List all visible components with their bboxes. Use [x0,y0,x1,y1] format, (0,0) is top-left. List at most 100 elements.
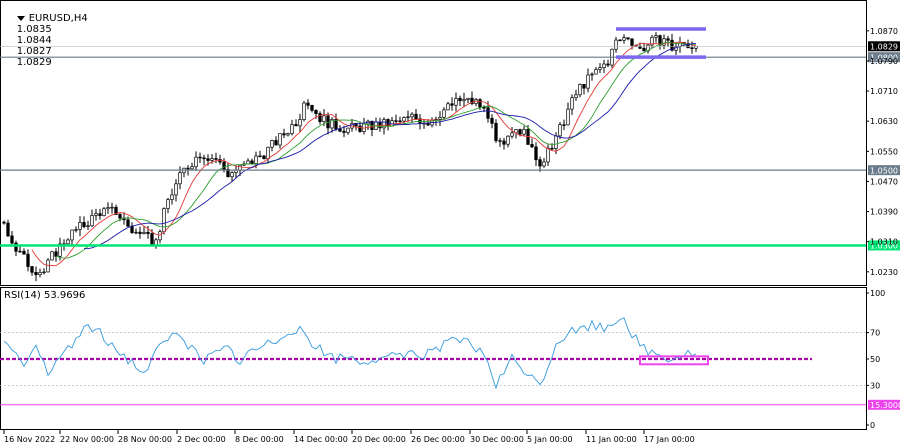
candle [6,219,10,237]
candle-body [550,147,554,150]
candle [658,34,662,50]
candle-body [690,47,694,49]
candle-body [110,206,114,209]
candle [438,111,442,126]
candle [534,142,538,167]
candle [610,48,614,68]
y-tick-label: 1.0390 [870,208,898,217]
candle-body [126,219,130,227]
candle [414,109,418,120]
candle [86,220,90,230]
candle [94,208,98,221]
candle-body [574,94,578,99]
candle [22,248,26,255]
candle-body [486,107,490,119]
candle [130,222,134,234]
candle-body [446,103,450,111]
candle-body [622,37,626,41]
candle-body [26,253,30,267]
candle-body [510,132,514,137]
candle [574,89,578,101]
candle-body [78,222,82,230]
rsi-tick-label: 0 [870,421,875,430]
candle [162,207,166,235]
candle-body [294,124,298,127]
candle [606,59,610,68]
candle [446,101,450,111]
candle [394,114,398,125]
y-tick-label: 1.0310 [870,238,898,247]
candle [154,237,158,249]
candle-body [482,107,486,109]
candle [170,188,174,205]
candle-body [262,155,266,160]
candle [190,162,194,170]
candle-body [618,39,622,42]
candle [30,266,34,276]
candle-body [166,199,170,209]
candle-body [186,167,190,170]
candle-body [530,144,534,148]
candle [502,137,506,150]
y-tick-label: 1.0870 [870,27,898,36]
candle-body [566,108,570,126]
candle [306,99,310,110]
candle [390,117,394,127]
candle-body [642,47,646,52]
candle-body [630,38,634,46]
candle-body [118,214,122,219]
candle [138,226,142,239]
candle-body [454,97,458,106]
candle [158,229,162,244]
candle [506,135,510,148]
candle [662,34,666,50]
candle-body [694,45,698,49]
candle-body [406,116,410,118]
candle [594,67,598,75]
candle-body [74,229,78,231]
candle-body [238,164,242,171]
candle [298,113,302,132]
y-tick-label: 1.0550 [870,147,898,156]
candle [454,92,458,112]
candle-body [150,233,154,246]
chart-area: EURUSD,H4 1.0835 1.0844 1.0827 1.0829 RS… [0,0,900,444]
candle-body [54,251,58,257]
level-label: 1.0500 [870,166,898,175]
candle-body [394,120,398,122]
candle [458,95,462,107]
candle-body [46,259,50,273]
x-tick-label: 11 Jan 00:00 [586,435,637,444]
candle-body [598,67,602,70]
candle [258,150,262,158]
candle-body [338,128,342,132]
candle [302,100,306,122]
candle-body [290,124,294,134]
candle-body [638,46,642,49]
moving-average-14 [55,41,697,259]
candle [330,117,334,133]
candle-body [274,140,278,146]
candle-body [502,140,506,145]
candle-body [426,122,430,126]
candle-body [258,155,262,158]
candle [38,268,42,278]
candle-body [542,161,546,167]
candle-body [538,159,542,167]
candle [134,228,138,235]
candle [194,151,198,171]
rsi-tick-label: 30 [870,381,880,390]
candle [578,83,582,98]
candle [266,146,270,164]
candle [494,119,498,143]
candle-body [282,133,286,136]
candle-body [142,231,146,235]
candle [378,117,382,132]
candle [270,139,274,152]
candle-body [442,109,446,118]
candle-body [554,135,558,149]
candle [78,216,82,237]
candle [654,32,658,43]
candle-body [498,140,502,142]
x-tick-label: 20 Dec 00:00 [352,435,406,444]
